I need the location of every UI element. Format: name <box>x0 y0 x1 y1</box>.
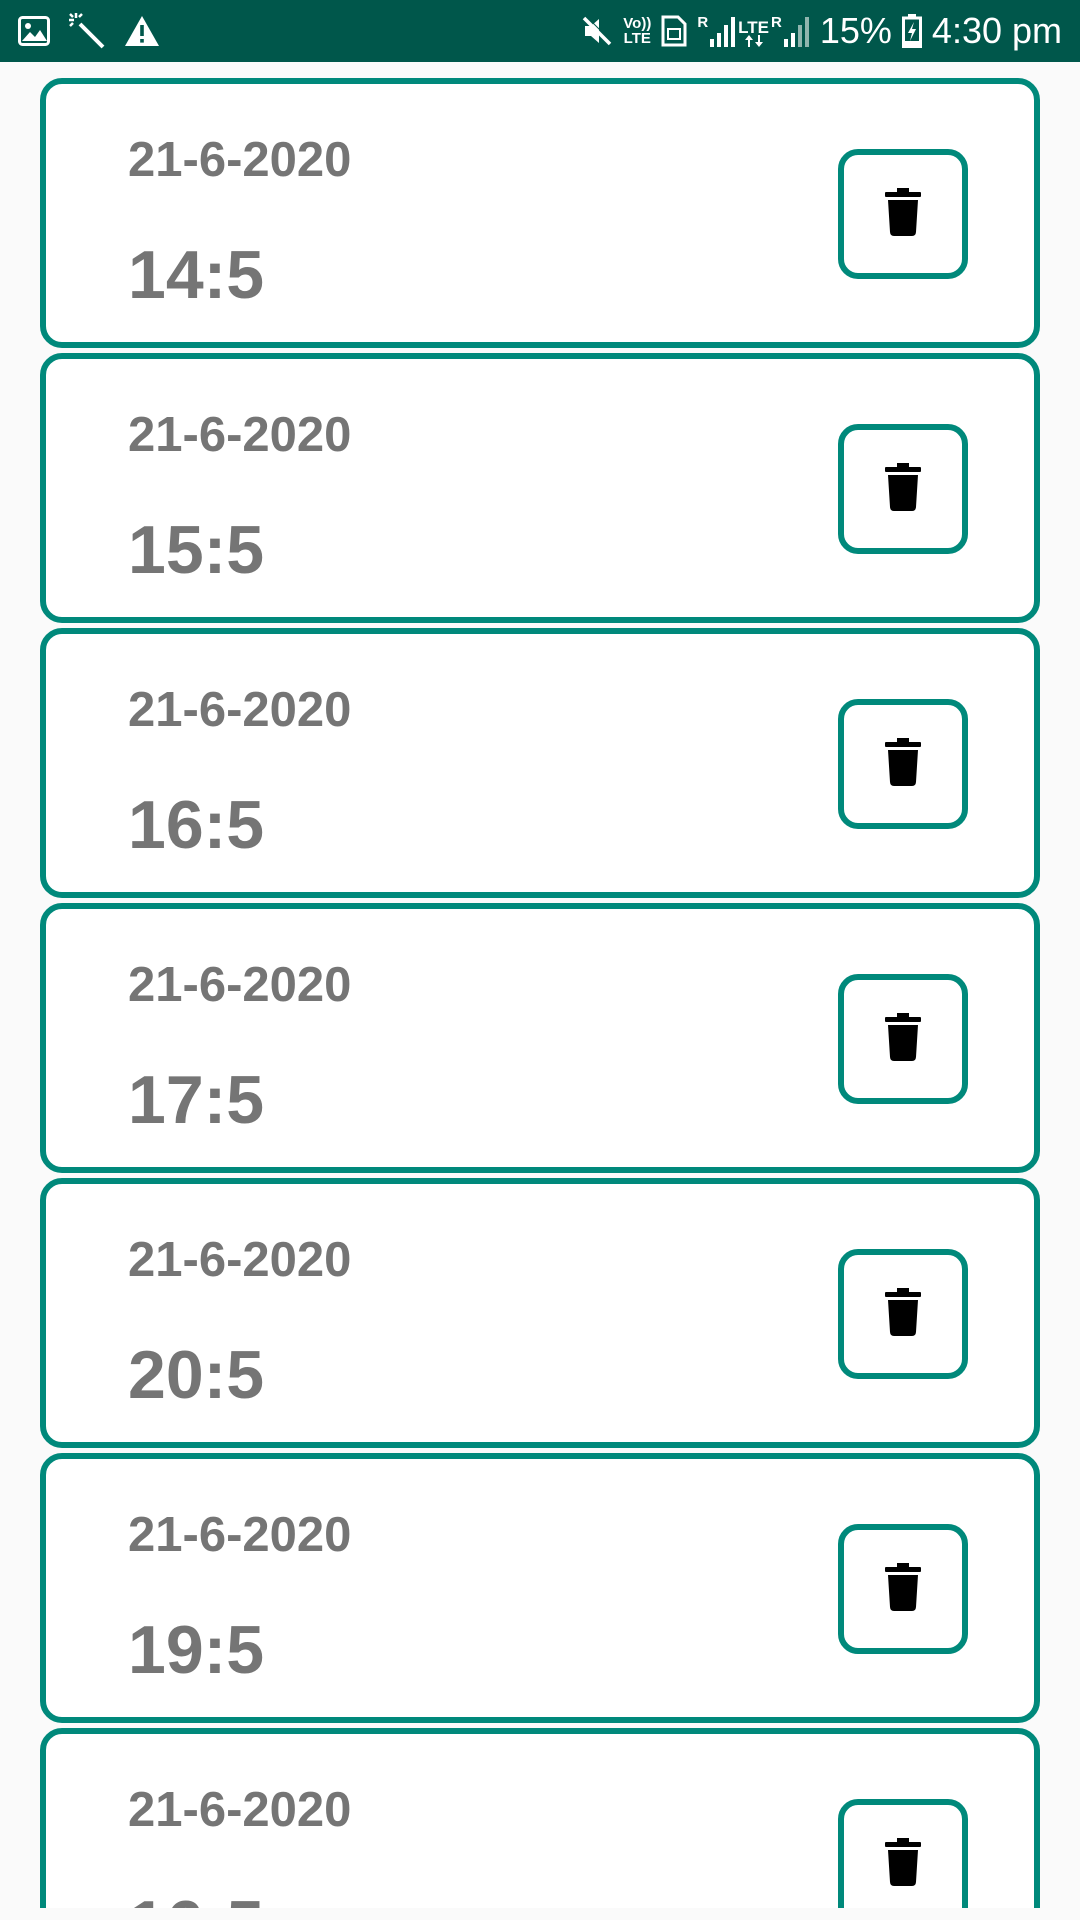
delete-button[interactable] <box>838 1524 968 1654</box>
trash-icon <box>885 1012 921 1066</box>
warning-icon <box>124 15 160 47</box>
image-icon <box>18 16 50 46</box>
entry-time: 19:5 <box>128 1612 265 1688</box>
list-item[interactable]: 21-6-2020 14:5 <box>40 78 1040 348</box>
status-time: 4:30 pm <box>931 10 1062 51</box>
signal-icon: R LTE R <box>697 15 810 47</box>
trash-icon <box>885 462 921 516</box>
entry-time: 20:5 <box>128 1337 265 1413</box>
delete-button[interactable] <box>838 1799 968 1908</box>
entry-date: 21-6-2020 <box>128 958 352 1012</box>
volte-top-label: Vo)) <box>623 15 652 32</box>
alarm-list[interactable]: 21-6-2020 14:5 21-6-2020 15:5 21-6-2020 … <box>0 62 1080 1908</box>
entry-date: 21-6-2020 <box>128 1783 352 1837</box>
entry-date: 21-6-2020 <box>128 1233 352 1287</box>
trash-icon <box>885 737 921 791</box>
list-item[interactable]: 21-6-2020 20:5 <box>40 1178 1040 1448</box>
sim-card-icon <box>661 15 687 47</box>
list-item[interactable]: 21-6-2020 16:5 <box>40 628 1040 898</box>
entry-time: 17:5 <box>128 1062 265 1138</box>
trash-icon <box>885 187 921 241</box>
entry-date: 21-6-2020 <box>128 683 352 737</box>
entry-time: 14:5 <box>128 237 265 313</box>
sim1-roaming-label: R <box>697 14 709 31</box>
volte-bottom-label: LTE <box>623 30 651 47</box>
list-item[interactable]: 21-6-2020 16:5 <box>40 1728 1040 1908</box>
status-bar: Vo)) LTE R LTE R 15% 4:30 pm <box>0 0 1080 62</box>
delete-button[interactable] <box>838 149 968 279</box>
lte-label: LTE <box>738 18 770 37</box>
delete-button[interactable] <box>838 699 968 829</box>
status-bar-right: Vo)) LTE R LTE R 15% 4:30 pm <box>581 13 1062 49</box>
entry-date: 21-6-2020 <box>128 408 352 462</box>
entry-time: 15:5 <box>128 512 265 588</box>
list-item[interactable]: 21-6-2020 19:5 <box>40 1453 1040 1723</box>
delete-button[interactable] <box>838 1249 968 1379</box>
status-bar-left <box>18 12 160 50</box>
battery-charging-icon <box>901 14 922 48</box>
volte-icon: Vo)) LTE <box>623 16 651 46</box>
entry-date: 21-6-2020 <box>128 1508 352 1562</box>
magic-wand-icon <box>68 12 106 50</box>
entry-date: 21-6-2020 <box>128 133 352 187</box>
delete-button[interactable] <box>838 424 968 554</box>
delete-button[interactable] <box>838 974 968 1104</box>
trash-icon <box>885 1287 921 1341</box>
list-item[interactable]: 21-6-2020 17:5 <box>40 903 1040 1173</box>
lte-indicator: LTE <box>738 18 770 47</box>
sim2-roaming-label: R <box>771 14 782 31</box>
mute-icon <box>581 15 613 47</box>
trash-icon <box>885 1837 921 1891</box>
battery-percent: 15% <box>819 10 892 51</box>
bottom-edge <box>0 1908 1080 1920</box>
entry-time: 16:5 <box>128 1886 264 1908</box>
trash-icon <box>885 1562 921 1616</box>
list-item[interactable]: 21-6-2020 15:5 <box>40 353 1040 623</box>
entry-time: 16:5 <box>128 787 265 863</box>
